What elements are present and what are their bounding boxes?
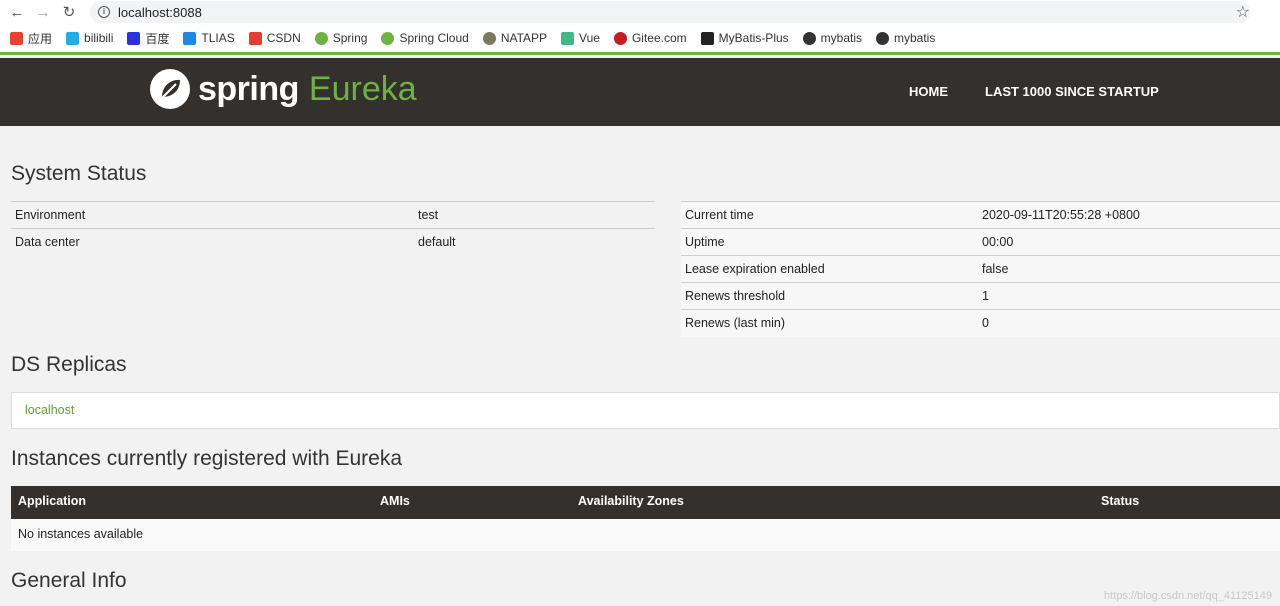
- bookmark-star-icon[interactable]: ☆: [1236, 2, 1250, 22]
- forward-icon[interactable]: →: [30, 1, 56, 23]
- instances-title: Instances currently registered with Eure…: [11, 447, 403, 470]
- bookmarks-bar: 应用 bilibili 百度 TLIAS CSDN Spring Spring …: [0, 24, 1280, 55]
- url-text[interactable]: localhost:8088: [118, 5, 202, 20]
- column-status: Status: [1101, 494, 1140, 508]
- column-availability-zones: Availability Zones: [578, 494, 684, 508]
- status-value: 00:00: [978, 228, 1280, 256]
- ds-replicas-list: localhost: [11, 392, 1280, 429]
- tlias-icon: [183, 31, 197, 45]
- status-row: Renews threshold 1: [681, 282, 1280, 310]
- gitee-icon: [613, 31, 627, 45]
- watermark: https://blog.csdn.net/qq_41125149: [1104, 590, 1272, 602]
- spring-icon: [314, 31, 328, 45]
- status-key: Uptime: [681, 228, 978, 256]
- status-key: Renews (last min): [681, 309, 978, 337]
- bookmark-vue[interactable]: Vue: [561, 31, 600, 45]
- bookmark-spring-cloud[interactable]: Spring Cloud: [381, 31, 469, 45]
- status-row: Uptime 00:00: [681, 228, 1280, 256]
- replica-link[interactable]: localhost: [25, 403, 74, 417]
- table-row: No instances available: [11, 519, 1280, 551]
- spring-eureka-logo[interactable]: spring Eureka: [150, 69, 417, 109]
- empty-instances-text: No instances available: [18, 527, 144, 541]
- status-value: 0: [978, 309, 1280, 337]
- back-icon[interactable]: ←: [4, 1, 30, 23]
- bookmark-tlias[interactable]: TLIAS: [183, 31, 235, 45]
- status-value: 1: [978, 282, 1280, 310]
- column-amis: AMIs: [380, 494, 410, 508]
- globe-icon: [876, 31, 889, 45]
- status-row: Renews (last min) 0: [681, 309, 1280, 337]
- apps-grid-icon: [10, 31, 23, 45]
- mybatis-plus-icon: [700, 31, 714, 45]
- globe-icon: [802, 31, 816, 45]
- bookmark-bilibili[interactable]: bilibili: [66, 31, 113, 45]
- bookmark-mybatis-1[interactable]: mybatis: [802, 31, 862, 45]
- bookmark-mybatis-2[interactable]: mybatis: [876, 31, 935, 45]
- status-row: Data center default: [11, 228, 655, 256]
- status-key: Renews threshold: [681, 282, 978, 310]
- status-value: false: [978, 255, 1280, 283]
- logo-eureka-text: Eureka: [308, 69, 417, 108]
- info-icon[interactable]: i: [98, 6, 110, 18]
- csdn-icon: [248, 31, 262, 45]
- instances-table-header: Application AMIs Availability Zones Stat…: [11, 486, 1280, 519]
- baidu-icon: [127, 31, 141, 45]
- nav-last-1000-link[interactable]: LAST 1000 SINCE STARTUP: [985, 84, 1159, 99]
- status-key: Environment: [11, 201, 414, 229]
- reload-icon[interactable]: ↻: [56, 1, 82, 23]
- natapp-icon: [482, 31, 496, 45]
- bilibili-icon: [66, 31, 80, 45]
- status-key: Lease expiration enabled: [681, 255, 978, 283]
- status-row: Lease expiration enabled false: [681, 255, 1280, 283]
- eureka-navbar: spring Eureka HOME LAST 1000 SINCE START…: [0, 58, 1280, 126]
- browser-toolbar: ← → ↻ i localhost:8088 ☆: [0, 0, 1280, 24]
- bookmark-apps[interactable]: 应用: [10, 30, 52, 47]
- spring-leaf-icon: [150, 69, 190, 109]
- bookmark-baidu[interactable]: 百度: [127, 30, 169, 47]
- general-info-title: General Info: [11, 569, 127, 592]
- spring-cloud-icon: [381, 31, 395, 45]
- bookmark-natapp[interactable]: NATAPP: [482, 31, 547, 45]
- vue-icon: [561, 31, 575, 45]
- ds-replicas-title: DS Replicas: [11, 353, 127, 376]
- system-status-title: System Status: [11, 162, 147, 185]
- bookmark-csdn[interactable]: CSDN: [248, 31, 301, 45]
- nav-home-link[interactable]: HOME: [909, 84, 948, 99]
- status-key: Current time: [681, 201, 978, 229]
- status-key: Data center: [11, 228, 414, 256]
- address-bar[interactable]: i localhost:8088: [90, 1, 1250, 23]
- status-value: test: [414, 201, 655, 229]
- status-value: 2020-09-11T20:55:28 +0800: [978, 201, 1280, 229]
- bookmark-gitee[interactable]: Gitee.com: [613, 31, 687, 45]
- logo-spring-text: spring: [198, 69, 299, 108]
- status-row: Current time 2020-09-11T20:55:28 +0800: [681, 201, 1280, 229]
- system-status-left-table: Environment test Data center default: [11, 201, 655, 256]
- column-application: Application: [18, 494, 87, 508]
- system-status-right-table: Current time 2020-09-11T20:55:28 +0800 U…: [681, 201, 1280, 337]
- bookmark-mybatis-plus[interactable]: MyBatis-Plus: [700, 31, 789, 45]
- bookmark-spring[interactable]: Spring: [314, 31, 367, 45]
- status-value: default: [414, 228, 655, 256]
- status-row: Environment test: [11, 201, 655, 229]
